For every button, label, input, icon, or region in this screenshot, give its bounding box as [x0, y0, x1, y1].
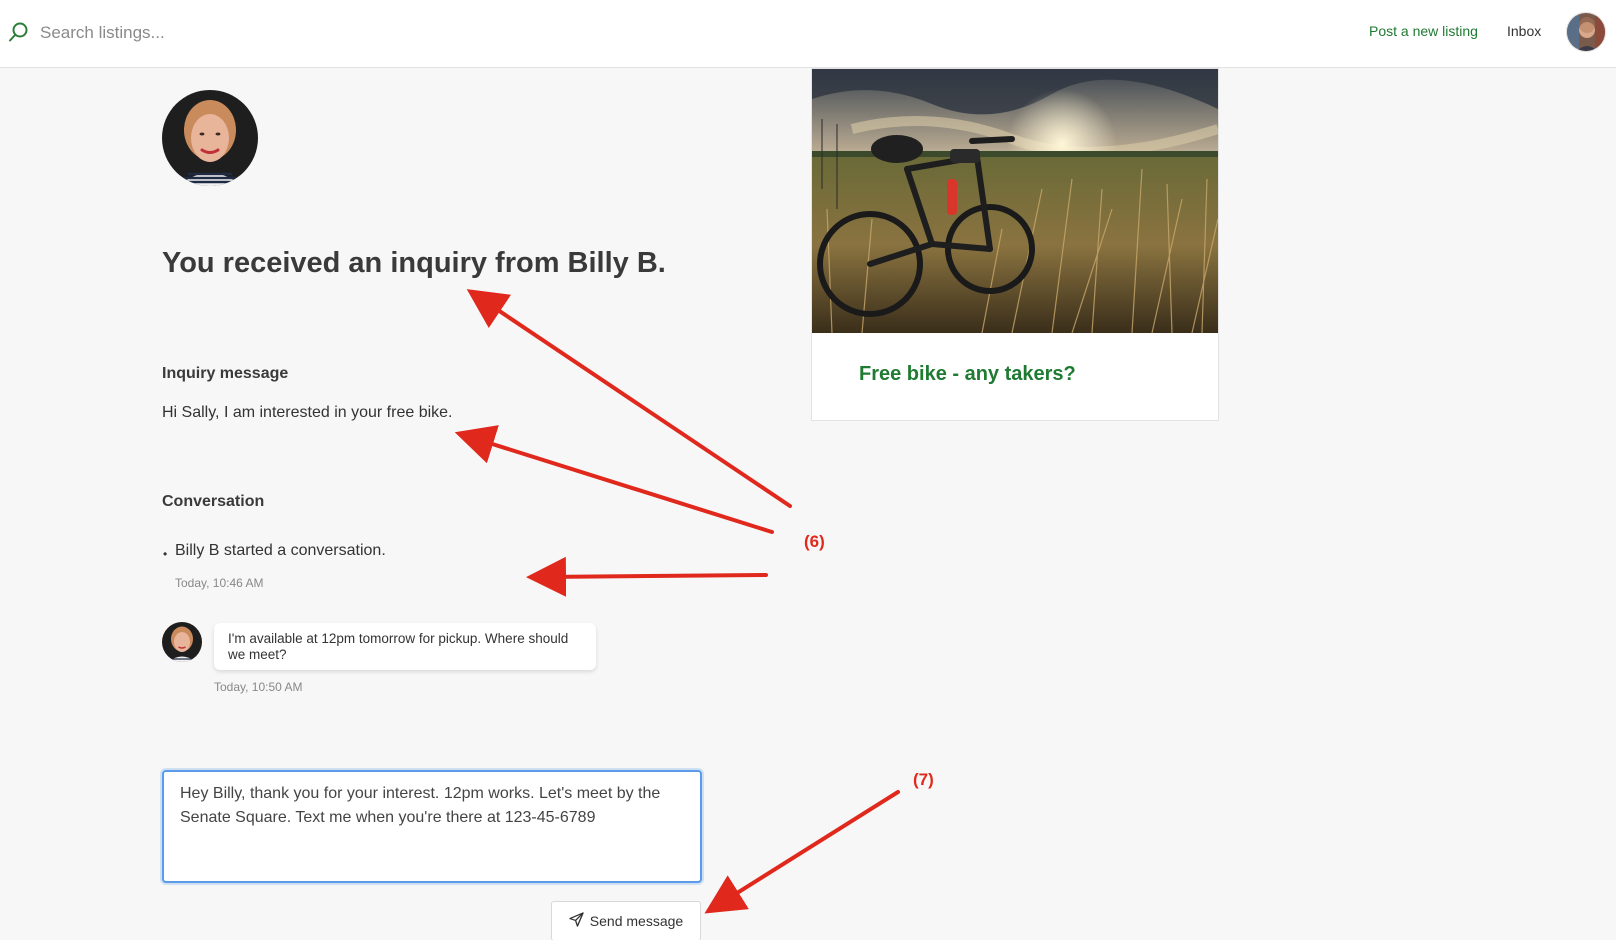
conversation-event-text: Billy B started a conversation.: [175, 542, 386, 559]
send-message-button[interactable]: Send message: [551, 901, 701, 940]
conversation-bullet: •: [163, 547, 168, 561]
message-time: Today, 10:50 AM: [214, 680, 303, 694]
user-avatar[interactable]: [1566, 12, 1606, 52]
annotation-label-6: (6): [804, 532, 825, 551]
search-input[interactable]: [40, 18, 440, 48]
annotation-arrow-send: [704, 790, 900, 914]
conversation-heading: Conversation: [162, 493, 265, 510]
top-bar: Post a new listing Inbox: [0, 0, 1616, 68]
message-avatar: [162, 622, 202, 662]
inquiry-message-text: Hi Sally, I am interested in your free b…: [162, 404, 453, 421]
page-title: You received an inquiry from Billy B.: [162, 247, 666, 279]
send-icon: [569, 912, 584, 930]
annotation-arrow-conversation: [526, 556, 768, 597]
annotation-arrow-title: [466, 289, 792, 508]
inquiry-message-heading: Inquiry message: [162, 365, 289, 382]
message-bubble: I'm available at 12pm tomorrow for picku…: [214, 623, 596, 670]
listing-title[interactable]: Free bike - any takers?: [859, 363, 1076, 386]
annotation-arrow-inquiry: [454, 425, 774, 534]
inbox-link[interactable]: Inbox: [1507, 23, 1541, 39]
listing-card[interactable]: Free bike - any takers?: [811, 68, 1219, 421]
inquirer-avatar: [162, 90, 258, 186]
listing-image[interactable]: [812, 69, 1218, 333]
conversation-event-time: Today, 10:46 AM: [175, 576, 264, 590]
annotation-label-7: (7): [913, 770, 934, 789]
post-new-listing-link[interactable]: Post a new listing: [1369, 23, 1478, 39]
search-icon[interactable]: [8, 21, 30, 43]
reply-textarea[interactable]: Hey Billy, thank you for your interest. …: [162, 770, 702, 883]
send-button-label: Send message: [589, 913, 684, 929]
